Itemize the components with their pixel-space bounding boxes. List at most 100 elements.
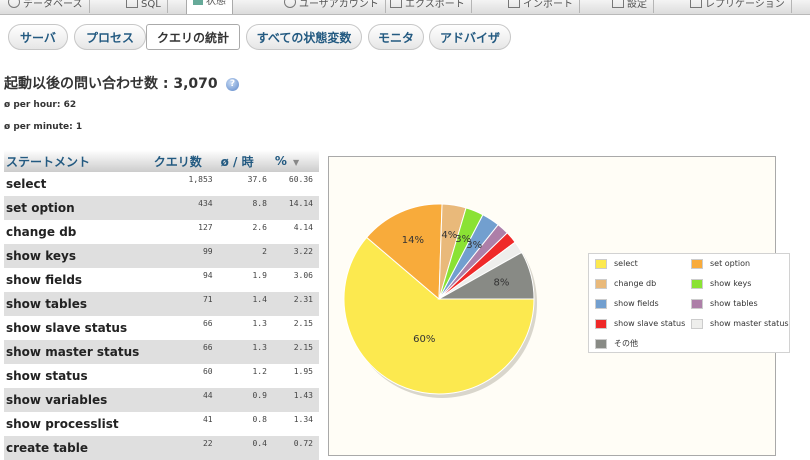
per-hour-cell: 37.6 — [218, 172, 273, 196]
users-icon — [284, 0, 296, 8]
query-statistics-table: ステートメント クエリ数 ø / 時 % ▼ select 1,853 37.6 60.… — [4, 150, 319, 460]
table-header-row: ステートメント クエリ数 ø / 時 % ▼ — [4, 150, 319, 172]
legend-swatch — [691, 319, 703, 329]
sql-icon — [126, 0, 138, 8]
percent-cell: 2.15 — [272, 316, 319, 340]
query-count-cell: 60 — [151, 364, 219, 388]
percent-cell: 2.31 — [272, 292, 319, 316]
statement-cell: show fields — [4, 268, 152, 292]
per-hour-cell: 1.4 — [218, 292, 273, 316]
subtab-all-status-variables[interactable]: すべての状態変数 — [246, 24, 362, 50]
tab-settings[interactable]: 設定 — [606, 0, 654, 13]
query-count-cell: 44 — [151, 388, 219, 412]
percent-cell: 3.22 — [272, 244, 319, 268]
legend-swatch — [595, 299, 607, 309]
percent-cell: 60.36 — [272, 172, 319, 196]
legend-label: select — [614, 259, 638, 268]
replication-icon — [690, 0, 702, 8]
statement-cell: create table — [4, 436, 152, 460]
queries-per-minute: ø per minute: 1 — [4, 122, 83, 132]
table-row: show fields 94 1.9 3.06 — [4, 268, 319, 292]
database-icon — [8, 0, 20, 8]
statement-cell: set option — [4, 196, 152, 220]
percent-cell: 4.14 — [272, 220, 319, 244]
import-icon — [508, 0, 520, 8]
per-hour-cell: 1.3 — [218, 340, 273, 364]
column-header-statement[interactable]: ステートメント — [4, 150, 152, 172]
legend-label: set option — [710, 259, 751, 268]
statement-cell: show status — [4, 364, 152, 388]
legend-label: show keys — [710, 279, 752, 288]
query-count-cell: 41 — [151, 412, 219, 436]
top-tab-bar: データベース SQL 状態 ユーザアカウント エクスポート インポート 設定 レ… — [0, 0, 810, 15]
per-hour-cell: 0.9 — [218, 388, 273, 412]
table-body: select 1,853 37.6 60.36 set option 434 8.8 14.1… — [4, 172, 319, 460]
tab-export[interactable]: エクスポート — [384, 0, 472, 13]
per-hour-cell: 2 — [218, 244, 273, 268]
legend-swatch — [595, 279, 607, 289]
statement-cell: show slave status — [4, 316, 152, 340]
tab-sql[interactable]: SQL — [120, 0, 168, 13]
statement-cell: change db — [4, 220, 152, 244]
pie-slice-label: 60% — [413, 334, 435, 345]
column-header-query-count[interactable]: クエリ数 — [151, 150, 219, 172]
subtab-monitor[interactable]: モニタ — [368, 24, 424, 50]
column-header-per-hour[interactable]: ø / 時 — [218, 150, 273, 172]
per-hour-cell: 0.8 — [218, 412, 273, 436]
tab-user-accounts[interactable]: ユーザアカウント — [278, 0, 386, 13]
query-count-cell: 94 — [151, 268, 219, 292]
query-count-cell: 127 — [151, 220, 219, 244]
tab-status[interactable]: 状態 — [186, 0, 233, 14]
subtab-processes[interactable]: プロセス — [74, 24, 146, 50]
table-row: show tables 71 1.4 2.31 — [4, 292, 319, 316]
queries-per-hour: ø per hour: 62 — [4, 100, 77, 110]
wrench-icon — [612, 0, 624, 8]
percent-cell: 1.95 — [272, 364, 319, 388]
percent-cell: 3.06 — [272, 268, 319, 292]
query-count-cell: 99 — [151, 244, 219, 268]
percent-cell: 1.43 — [272, 388, 319, 412]
statement-cell: show master status — [4, 340, 152, 364]
legend-swatch — [595, 319, 607, 329]
sort-descending-icon: ▼ — [292, 158, 300, 167]
tab-databases[interactable]: データベース — [2, 0, 90, 13]
table-row: show variables 44 0.9 1.43 — [4, 388, 319, 412]
query-count-cell: 71 — [151, 292, 219, 316]
table-row: show keys 99 2 3.22 — [4, 244, 319, 268]
chart-legend: select set option change db show keys show f… — [588, 253, 790, 353]
per-hour-cell: 8.8 — [218, 196, 273, 220]
column-header-percent-label: % — [274, 154, 287, 168]
table-row: set option 434 8.8 14.14 — [4, 196, 319, 220]
subtab-advisor[interactable]: アドバイザ — [429, 24, 511, 50]
subtab-query-statistics[interactable]: クエリの統計 — [146, 24, 240, 50]
tab-import[interactable]: インポート — [502, 0, 580, 13]
legend-label: show fields — [614, 299, 659, 308]
help-icon[interactable]: ? — [226, 78, 239, 91]
table-row: show slave status 66 1.3 2.15 — [4, 316, 319, 340]
legend-label: show slave status — [614, 319, 686, 328]
percent-cell: 14.14 — [272, 196, 319, 220]
legend-label: change db — [614, 279, 657, 288]
per-hour-cell: 1.2 — [218, 364, 273, 388]
query-count-cell: 66 — [151, 316, 219, 340]
percent-cell: 1.34 — [272, 412, 319, 436]
table-row: show master status 66 1.3 2.15 — [4, 340, 319, 364]
table-row: create table 22 0.4 0.72 — [4, 436, 319, 460]
legend-swatch — [691, 259, 703, 269]
tab-replication[interactable]: レプリケーション — [684, 0, 792, 13]
legend-swatch — [595, 339, 607, 349]
table-row: show processlist 41 0.8 1.34 — [4, 412, 319, 436]
percent-cell: 2.15 — [272, 340, 319, 364]
statement-cell: show tables — [4, 292, 152, 316]
subtab-server[interactable]: サーバ — [8, 24, 68, 50]
query-count-cell: 1,853 — [151, 172, 219, 196]
column-header-percent[interactable]: % ▼ — [272, 150, 319, 172]
queries-since-startup-heading: 起動以後の問い合わせ数 : 3,070 — [4, 76, 218, 92]
query-count-cell: 22 — [151, 436, 219, 460]
pie-slice-label: 14% — [402, 235, 424, 246]
statement-cell: show keys — [4, 244, 152, 268]
table-row: show status 60 1.2 1.95 — [4, 364, 319, 388]
percent-cell: 0.72 — [272, 436, 319, 460]
pie-slice-label: 8% — [494, 278, 510, 289]
table-row: select 1,853 37.6 60.36 — [4, 172, 319, 196]
